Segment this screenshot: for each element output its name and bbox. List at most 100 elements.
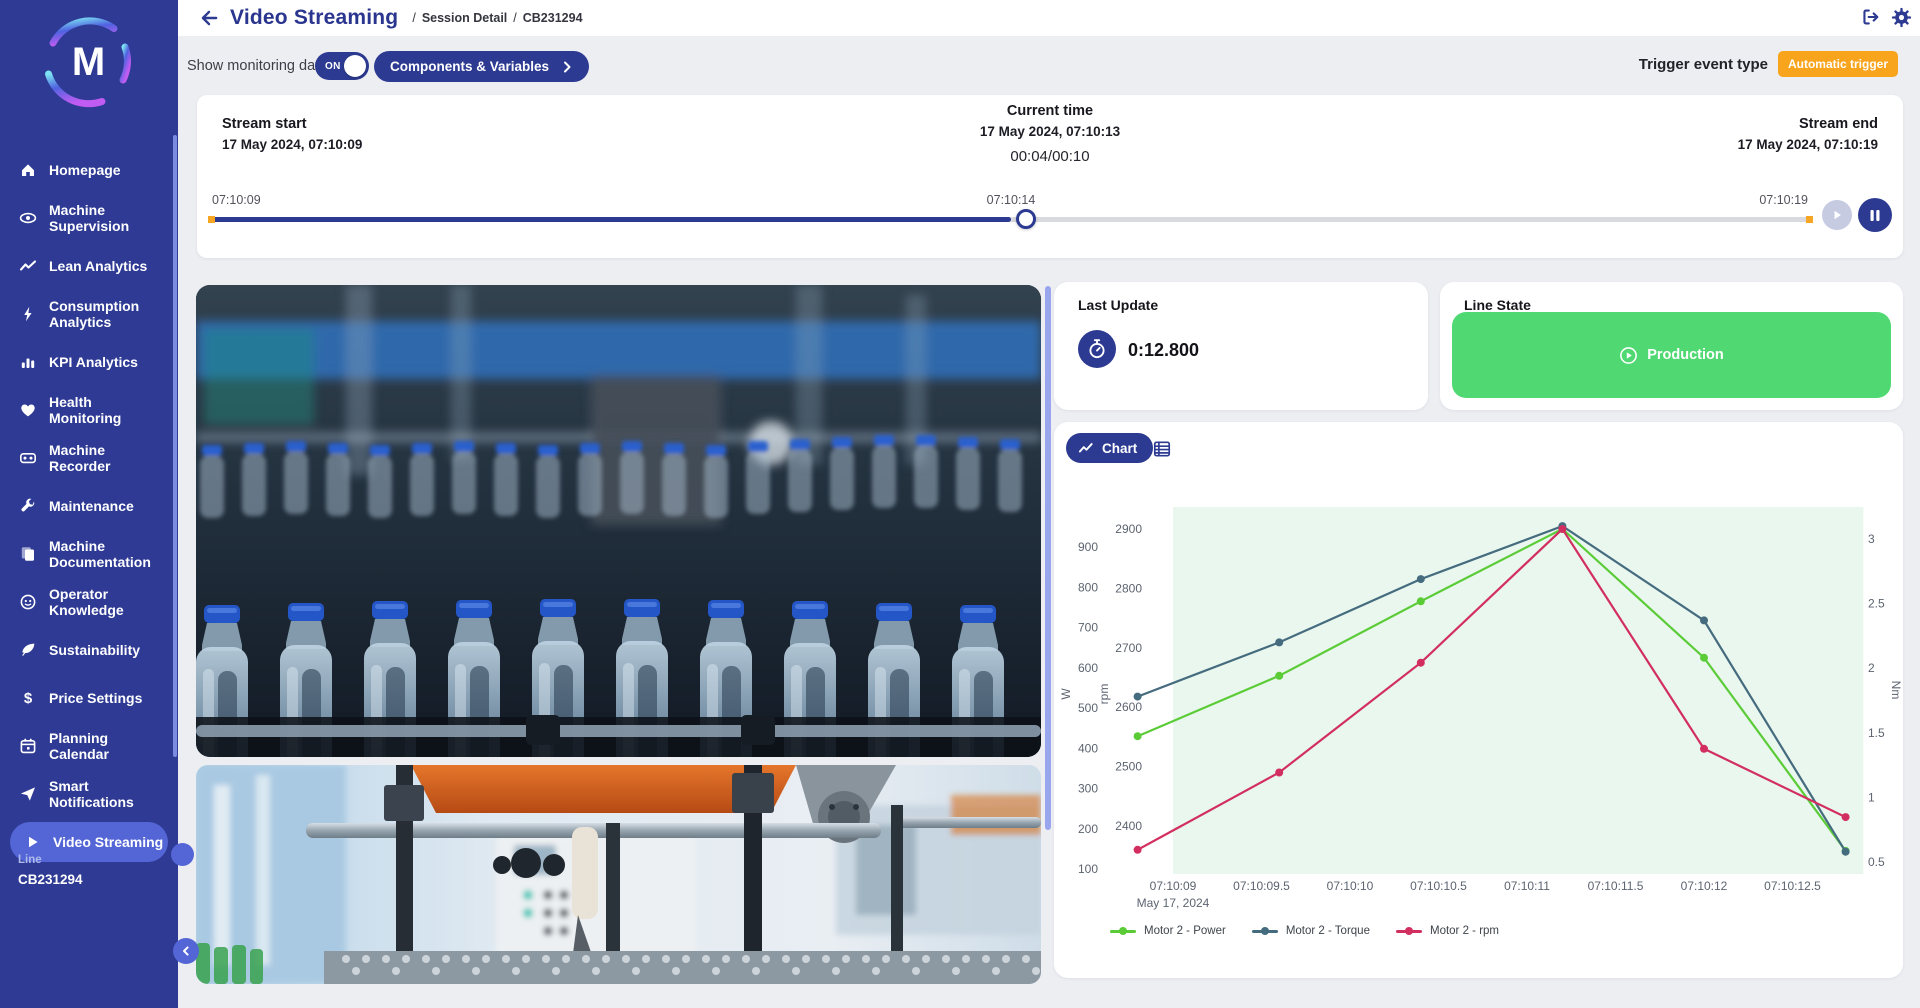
- sidebar: M Homepage Machine Supervision Lean Analyt…: [0, 0, 178, 1008]
- svg-text:800: 800: [1078, 580, 1098, 594]
- gear-icon: [1891, 7, 1912, 28]
- sidebar-handle: [171, 843, 194, 866]
- stopwatch-icon: [1078, 330, 1116, 368]
- settings-button[interactable]: [1890, 6, 1912, 28]
- chevron-left-icon: [179, 944, 193, 958]
- trigger-event-label: Trigger event type: [1639, 56, 1768, 73]
- bar-chart-icon: [18, 352, 38, 372]
- sidebar-item-kpi-analytics[interactable]: KPI Analytics: [0, 338, 178, 386]
- sidebar-item-label: Consumption Analytics: [49, 298, 167, 330]
- logout-icon: [1861, 7, 1881, 27]
- sidebar-item-lean-analytics[interactable]: Lean Analytics: [0, 242, 178, 290]
- current-time-label: Current time: [980, 103, 1120, 119]
- svg-text:700: 700: [1078, 621, 1098, 635]
- sidebar-item-label: Machine Recorder: [49, 442, 167, 474]
- sidebar-item-machine-documentation[interactable]: Machine Documentation: [0, 530, 178, 578]
- play-icon: [22, 832, 42, 852]
- current-time-block: Current time 17 May 2024, 07:10:13 00:04…: [980, 103, 1120, 165]
- last-update-title: Last Update: [1078, 297, 1158, 313]
- chevron-right-icon: [563, 61, 571, 73]
- svg-text:1.5: 1.5: [1868, 726, 1885, 740]
- svg-text:100: 100: [1078, 862, 1098, 876]
- sidebar-item-price-settings[interactable]: $Price Settings: [0, 674, 178, 722]
- sidebar-item-operator-knowledge[interactable]: Operator Knowledge: [0, 578, 178, 626]
- toggle-knob: [344, 55, 366, 77]
- panel-scrollbar[interactable]: [1045, 286, 1051, 830]
- play-icon: [1831, 209, 1843, 221]
- pause-button[interactable]: [1858, 198, 1892, 232]
- sidebar-nav: Homepage Machine Supervision Lean Analytic…: [0, 146, 178, 866]
- svg-text:07:10:10: 07:10:10: [1327, 879, 1374, 893]
- sidebar-item-label: Lean Analytics: [49, 258, 167, 274]
- svg-text:rpm: rpm: [1097, 684, 1111, 705]
- breadcrumb: / Session Detail / CB231294: [412, 11, 582, 25]
- sidebar-scrollbar[interactable]: [173, 135, 177, 757]
- svg-text:07:10:10.5: 07:10:10.5: [1410, 879, 1467, 893]
- logo-letter: M: [40, 14, 136, 110]
- sidebar-item-homepage[interactable]: Homepage: [0, 146, 178, 194]
- sidebar-item-smart-notifications[interactable]: Smart Notifications: [0, 770, 178, 818]
- breadcrumb-separator: /: [412, 11, 415, 25]
- svg-text:2: 2: [1868, 661, 1875, 675]
- slider-track[interactable]: [212, 217, 1810, 222]
- sidebar-item-planning-calendar[interactable]: Planning Calendar: [0, 722, 178, 770]
- last-update-value: 0:12.800: [1128, 340, 1199, 361]
- chart-legend: Motor 2 - Power Motor 2 - Torque Motor 2 -…: [1110, 925, 1499, 937]
- legend-item-motor-2-rpm[interactable]: Motor 2 - rpm: [1396, 925, 1499, 937]
- dollar-icon: $: [18, 688, 38, 708]
- wrench-icon: [18, 496, 38, 516]
- breadcrumb-session-detail[interactable]: Session Detail: [422, 11, 507, 25]
- stream-timeline-card: Stream start 17 May 2024, 07:10:09 Curre…: [197, 95, 1903, 258]
- sidebar-item-label: Homepage: [49, 162, 167, 178]
- sidebar-item-consumption-analytics[interactable]: Consumption Analytics: [0, 290, 178, 338]
- sidebar-item-label: Machine Supervision: [49, 202, 167, 234]
- recorder-icon: [18, 448, 38, 468]
- svg-text:1: 1: [1868, 790, 1875, 804]
- sidebar-item-sustainability[interactable]: Sustainability: [0, 626, 178, 674]
- line-state-value: Production: [1647, 347, 1724, 363]
- trigger-type-badge: Automatic trigger: [1778, 51, 1898, 77]
- svg-text:07:10:09: 07:10:09: [1150, 879, 1197, 893]
- sidebar-item-health-monitoring[interactable]: Health Monitoring: [0, 386, 178, 434]
- documents-icon: [18, 544, 38, 564]
- svg-text:2600: 2600: [1115, 700, 1142, 714]
- slider-thumb[interactable]: [1016, 209, 1036, 229]
- svg-text:600: 600: [1078, 661, 1098, 675]
- breadcrumb-line-id[interactable]: CB231294: [523, 11, 583, 25]
- svg-text:500: 500: [1078, 701, 1098, 715]
- app-logo: M: [40, 14, 136, 110]
- show-monitoring-label: Show monitoring data: [187, 58, 327, 74]
- svg-text:07:10:09.5: 07:10:09.5: [1233, 879, 1290, 893]
- back-button[interactable]: [198, 7, 220, 29]
- legend-swatch: [1396, 930, 1422, 933]
- trigger-event-group: Trigger event type Automatic trigger: [1639, 51, 1898, 77]
- sidebar-item-label: Sustainability: [49, 642, 167, 658]
- sidebar-item-label: Machine Documentation: [49, 538, 167, 570]
- sidebar-collapse-button[interactable]: [173, 938, 199, 964]
- legend-item-motor-2-torque[interactable]: Motor 2 - Torque: [1252, 925, 1370, 937]
- motor-metrics-chart: 07:10:09May 17, 202407:10:09.507:10:1007…: [1054, 422, 1903, 978]
- sidebar-item-maintenance[interactable]: Maintenance: [0, 482, 178, 530]
- legend-item-motor-2-power[interactable]: Motor 2 - Power: [1110, 925, 1226, 937]
- knowledge-icon: [18, 592, 38, 612]
- last-update-card: Last Update 0:12.800: [1054, 282, 1428, 410]
- logout-button[interactable]: [1860, 6, 1882, 28]
- stream-start-block: Stream start 17 May 2024, 07:10:09: [222, 116, 362, 152]
- sidebar-item-machine-recorder[interactable]: Machine Recorder: [0, 434, 178, 482]
- header-bar: Video Streaming / Session Detail / CB231…: [178, 0, 1920, 36]
- line-label: Line: [18, 854, 83, 866]
- svg-text:400: 400: [1078, 741, 1098, 755]
- stream-end-label: Stream end: [1738, 116, 1878, 132]
- svg-text:2800: 2800: [1115, 581, 1142, 595]
- sidebar-item-machine-supervision[interactable]: Machine Supervision: [0, 194, 178, 242]
- app-root: M Homepage Machine Supervision Lean Analyt…: [0, 0, 1920, 1008]
- svg-text:3: 3: [1868, 532, 1875, 546]
- components-variables-button[interactable]: Components & Variables: [374, 51, 589, 82]
- send-icon: [18, 784, 38, 804]
- play-button[interactable]: [1822, 200, 1852, 230]
- svg-text:900: 900: [1078, 540, 1098, 554]
- monitoring-toggle[interactable]: ON: [315, 52, 369, 80]
- slider-start-marker: [208, 216, 215, 223]
- playback-slider: 07:10:09 07:10:14 07:10:19: [212, 193, 1810, 233]
- back-arrow-icon: [198, 7, 220, 29]
